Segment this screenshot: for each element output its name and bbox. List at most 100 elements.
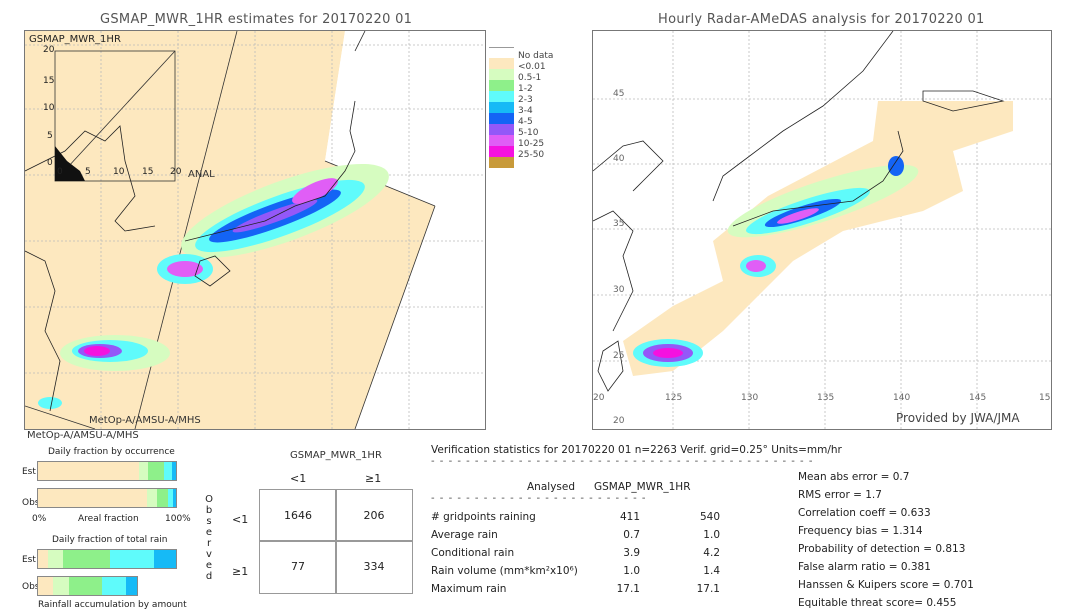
- inset-x-tick: 15: [142, 167, 154, 177]
- color-legend: No data <0.01 0.5-1 1-2 2-3 3-4 4-5 5-10 10-25 25…: [480, 47, 560, 207]
- bar-segment: [101, 577, 127, 595]
- legend-swatch: [489, 91, 514, 102]
- score-line: Frequency bias = 1.314: [798, 525, 923, 537]
- bar-segment: [173, 489, 176, 507]
- stat-gsmap: 540: [699, 511, 720, 523]
- stat-analysed: 411: [619, 511, 640, 523]
- gsmap-estimate-map: GSMAP_MWR_1HR 20 15 10 5 0 0 5 10 15 20 …: [24, 30, 486, 430]
- inset-x-tick: 10: [113, 167, 125, 177]
- stat-analysed: 17.1: [616, 583, 640, 595]
- score-line: Probability of detection = 0.813: [798, 543, 966, 555]
- bar-segment: [147, 489, 157, 507]
- lon-tick: 130: [741, 393, 759, 403]
- inset-title: GSMAP_MWR_1HR: [29, 34, 121, 45]
- bar-segment: [38, 462, 139, 480]
- observed-letter: b: [205, 505, 213, 516]
- lon-tick: 20: [593, 393, 605, 403]
- satellite-label-inner: MetOp-A/AMSU-A/MHS: [89, 415, 201, 426]
- inset-x-tick: 20: [170, 167, 182, 177]
- stat-gsmap: 1.4: [703, 565, 720, 577]
- legend-swatch: [489, 135, 514, 146]
- bar-segment: [148, 462, 164, 480]
- legend-swatch: [489, 58, 514, 69]
- inset-y-tick: 15: [43, 76, 55, 86]
- row-label: <1: [232, 513, 249, 526]
- left-map-title: GSMAP_MWR_1HR estimates for 20170220 01: [100, 12, 413, 27]
- stat-analysed: 3.9: [623, 547, 640, 559]
- cell-fn: 77: [259, 540, 337, 594]
- lon-tick: 15: [1039, 393, 1051, 403]
- lat-tick: 35: [613, 219, 625, 229]
- score-line: Hanssen & Kuipers score = 0.701: [798, 579, 974, 591]
- stat-analysed: 1.0: [623, 565, 640, 577]
- col-label: ≥1: [365, 472, 382, 485]
- occurrence-obs-bar: [37, 488, 177, 508]
- stat-gsmap: 4.2: [703, 547, 720, 559]
- satellite-label-outer: MetOp-A/AMSU-A/MHS: [27, 430, 139, 441]
- cell-fp: 206: [335, 489, 413, 542]
- lat-tick: 25: [613, 351, 625, 361]
- inset-x-tick: 0: [57, 167, 63, 177]
- inset-y-tick: 10: [43, 103, 55, 113]
- stat-label: Rain volume (mm*km²x10⁶): [431, 565, 578, 577]
- score-line: RMS error = 1.7: [798, 489, 882, 501]
- divider: - - - - - - - - - - - - - - - - - - - - …: [431, 456, 814, 467]
- axis-right-label: 100%: [165, 514, 191, 524]
- observed-letter: r: [206, 538, 212, 549]
- legend-swatch: [489, 124, 514, 135]
- lat-tick: 40: [613, 154, 625, 164]
- bar-segment: [47, 550, 63, 568]
- axis-mid-label: Areal fraction: [78, 514, 139, 524]
- score-line: Mean abs error = 0.7: [798, 471, 910, 483]
- radar-amedas-map: 45 40 35 30 25 20 20 125 130 135 140 145…: [592, 30, 1052, 430]
- lon-tick: 125: [665, 393, 683, 403]
- rain-field: [623, 101, 1013, 376]
- radar-map-canvas: [593, 31, 1051, 429]
- bar-segment: [52, 577, 69, 595]
- gsmap-map-canvas: [25, 31, 485, 429]
- bar-segment: [156, 489, 168, 507]
- lon-tick: 135: [817, 393, 835, 403]
- bar-segment: [153, 550, 176, 568]
- rain-chart-caption: Rainfall accumulation by amount: [38, 600, 187, 610]
- lat-tick: 30: [613, 285, 625, 295]
- stat-label: Maximum rain: [431, 583, 507, 595]
- legend-swatch: [489, 157, 514, 168]
- bar-segment: [138, 462, 149, 480]
- stat-gsmap: 1.0: [703, 529, 720, 541]
- lon-tick: 145: [969, 393, 987, 403]
- inset-x-tick: 5: [85, 167, 91, 177]
- col-label: <1: [290, 472, 307, 485]
- bar-segment: [38, 489, 148, 507]
- bar-segment: [68, 577, 102, 595]
- row-label: ≥1: [232, 565, 249, 578]
- cell-tp: 334: [335, 540, 413, 594]
- cell-tn: 1646: [259, 489, 337, 542]
- stat-analysed: 0.7: [623, 529, 640, 541]
- rain-chart-title: Daily fraction of total rain: [52, 535, 168, 545]
- legend-swatch: [489, 113, 514, 124]
- inset-y-tick: 0: [47, 158, 53, 168]
- observed-letter: e: [205, 560, 213, 571]
- contingency-header: GSMAP_MWR_1HR: [290, 450, 382, 461]
- est-label: Est: [22, 555, 36, 565]
- legend-item: [480, 157, 560, 172]
- stat-label: # gridpoints raining: [431, 511, 536, 523]
- observed-letter: O: [205, 494, 213, 505]
- lon-tick: 140: [893, 393, 911, 403]
- lat-tick: 45: [613, 89, 625, 99]
- observed-letter: e: [205, 527, 213, 538]
- bar-segment: [38, 550, 48, 568]
- inset-y-tick: 20: [43, 45, 55, 55]
- bar-segment: [126, 577, 138, 595]
- lat-tick: 20: [613, 416, 625, 426]
- bar-segment: [109, 550, 154, 568]
- bar-segment: [38, 577, 53, 595]
- stat-gsmap: 17.1: [696, 583, 720, 595]
- stat-label: Conditional rain: [431, 547, 515, 559]
- bar-segment: [171, 462, 176, 480]
- legend-swatch: [489, 80, 514, 91]
- observed-letter: v: [206, 549, 212, 560]
- observed-letter: s: [206, 516, 212, 527]
- inset-x-label: ANAL: [188, 169, 215, 180]
